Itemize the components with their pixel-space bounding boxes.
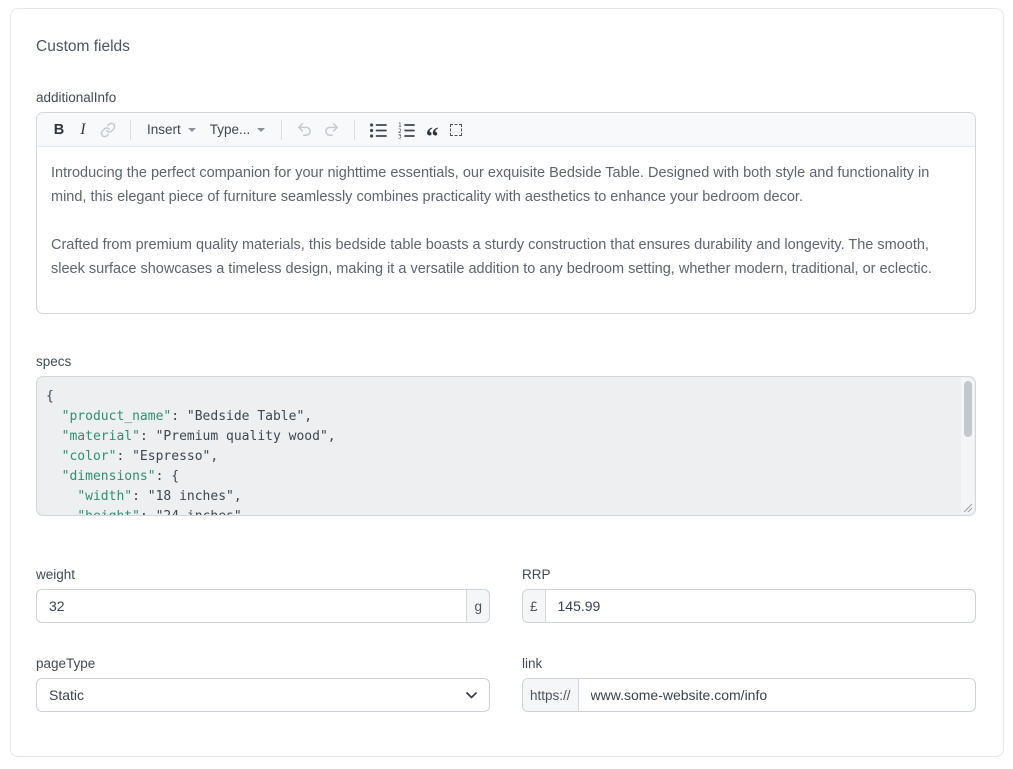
link-button[interactable] bbox=[95, 117, 121, 143]
type-dropdown[interactable]: Type... bbox=[203, 117, 273, 143]
undo-button[interactable] bbox=[291, 117, 318, 143]
code-line: "product_name": "Bedside Table", bbox=[46, 407, 949, 427]
specs-textarea[interactable]: { "product_name": "Bedside Table", "mate… bbox=[36, 376, 976, 516]
additional-info-label: additionalInfo bbox=[36, 90, 976, 105]
insert-dropdown-label: Insert bbox=[147, 122, 181, 137]
weight-field: weight g bbox=[36, 567, 490, 623]
code-line: "material": "Premium quality wood", bbox=[46, 427, 949, 447]
weight-input-group: g bbox=[36, 589, 490, 623]
bold-button[interactable]: B bbox=[47, 117, 71, 143]
toolbar-divider bbox=[130, 120, 131, 140]
toolbar-divider bbox=[281, 120, 282, 140]
specs-label: specs bbox=[36, 354, 976, 369]
toolbar-divider bbox=[354, 120, 355, 140]
editor-toolbar: B I Insert Type... bbox=[37, 113, 975, 147]
panel-title: Custom fields bbox=[36, 38, 976, 56]
code-line: "height": "24 inches", bbox=[46, 507, 949, 516]
currency-addon: £ bbox=[523, 590, 546, 622]
link-field: link https:// bbox=[522, 656, 976, 712]
page-type-select[interactable]: Static bbox=[36, 678, 490, 712]
type-dropdown-label: Type... bbox=[210, 122, 251, 137]
italic-button[interactable]: I bbox=[71, 117, 95, 143]
code-line: { bbox=[46, 387, 949, 407]
editor-content[interactable]: Introducing the perfect companion for yo… bbox=[37, 147, 975, 313]
rich-text-editor: B I Insert Type... bbox=[36, 112, 976, 314]
code-line: "dimensions": { bbox=[46, 467, 949, 487]
link-icon bbox=[100, 122, 116, 138]
numbered-list-button[interactable]: 123 bbox=[392, 117, 420, 143]
editor-paragraph: Crafted from premium quality materials, … bbox=[51, 233, 961, 281]
scrollbar-track[interactable] bbox=[961, 378, 974, 514]
undo-icon bbox=[296, 121, 313, 138]
scrollbar-thumb[interactable] bbox=[964, 381, 972, 437]
redo-icon bbox=[323, 121, 340, 138]
page-type-label: pageType bbox=[36, 656, 490, 671]
blockquote-button[interactable]: “ bbox=[420, 117, 444, 143]
rrp-label: RRP bbox=[522, 567, 976, 582]
rrp-input-group: £ bbox=[522, 589, 976, 623]
code-line: "color": "Espresso", bbox=[46, 447, 949, 467]
rrp-field: RRP £ bbox=[522, 567, 976, 623]
resize-handle-icon[interactable] bbox=[961, 501, 973, 513]
pagetype-link-row: pageType Static link https:// bbox=[36, 656, 976, 712]
editor-paragraph: Introducing the perfect companion for yo… bbox=[51, 161, 961, 209]
insert-dropdown[interactable]: Insert bbox=[140, 117, 203, 143]
numbered-list-icon: 123 bbox=[397, 121, 415, 139]
page-type-selected-value: Static bbox=[49, 687, 84, 703]
weight-input[interactable] bbox=[37, 590, 466, 622]
link-input[interactable] bbox=[579, 679, 975, 711]
container-block-icon bbox=[450, 124, 462, 136]
blockquote-icon: “ bbox=[426, 133, 439, 141]
link-input-group: https:// bbox=[522, 678, 976, 712]
chevron-down-icon bbox=[466, 692, 477, 699]
bullet-list-button[interactable] bbox=[364, 117, 392, 143]
chevron-down-icon bbox=[257, 128, 265, 132]
protocol-addon: https:// bbox=[523, 679, 579, 711]
code-line: "width": "18 inches", bbox=[46, 487, 949, 507]
rrp-input[interactable] bbox=[546, 590, 975, 622]
svg-text:3: 3 bbox=[398, 133, 402, 139]
weight-label: weight bbox=[36, 567, 490, 582]
page-type-field: pageType Static bbox=[36, 656, 490, 712]
weight-rrp-row: weight g RRP £ bbox=[36, 567, 976, 623]
bullet-list-icon bbox=[369, 121, 387, 139]
container-block-button[interactable] bbox=[444, 117, 468, 143]
weight-unit-addon: g bbox=[466, 590, 489, 622]
redo-button[interactable] bbox=[318, 117, 345, 143]
link-label: link bbox=[522, 656, 976, 671]
custom-fields-panel: Custom fields additionalInfo B I Insert … bbox=[10, 8, 1004, 757]
chevron-down-icon bbox=[188, 128, 196, 132]
